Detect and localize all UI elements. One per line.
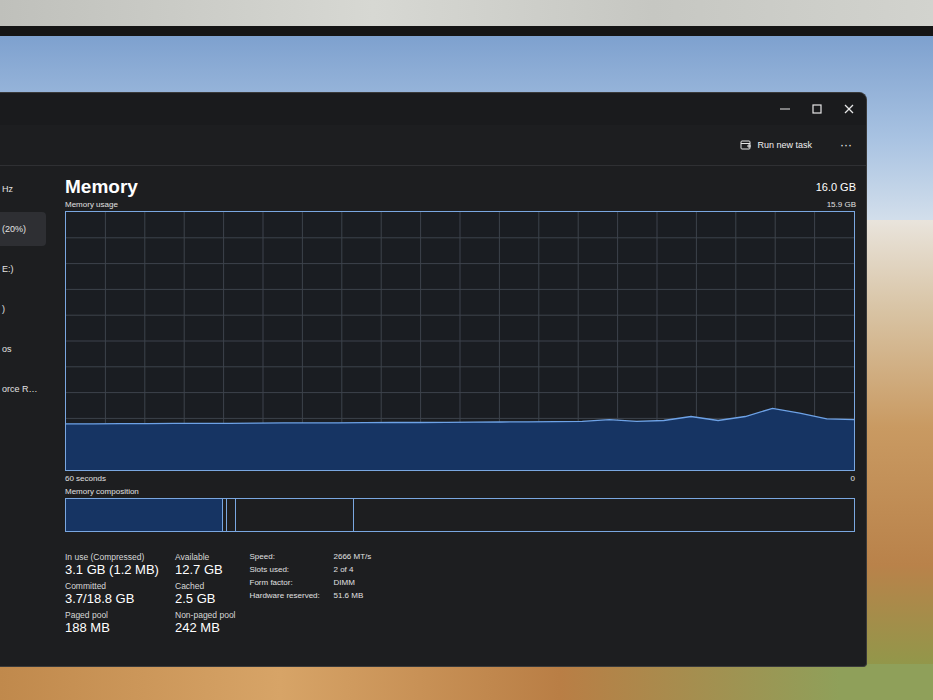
sidebar-item[interactable]: os <box>0 332 46 366</box>
task-manager-window: Run new task···Hz(20%)E:))osorce R…Memor… <box>0 92 867 667</box>
stat-item: Paged pool188 MB <box>65 610 175 635</box>
monitor-bezel <box>0 26 933 36</box>
sidebar-item[interactable]: orce R… <box>0 372 46 406</box>
spec-value: 2666 MT/s <box>334 552 372 563</box>
stat-label: In use (Compressed) <box>65 552 175 562</box>
stat-item: In use (Compressed)3.1 GB (1.2 MB) <box>65 552 175 577</box>
spec-value: 51.6 MB <box>334 591 372 602</box>
stat-value: 3.1 GB (1.2 MB) <box>65 562 175 577</box>
composition-segment <box>236 499 354 531</box>
curtain <box>0 0 933 26</box>
stat-label: Committed <box>65 581 175 591</box>
usage-line <box>66 408 854 424</box>
wallpaper-rocks <box>0 664 933 700</box>
wallpaper-buildings <box>863 220 933 680</box>
usage-graph <box>66 212 854 470</box>
memory-header: Memory 16.0 GB <box>65 176 856 198</box>
sidebar: Hz (20%) E:)) os orce R… <box>0 166 46 666</box>
memory-specs: Speed: 2666 MT/s Slots used: 2 of 4 Form fac… <box>250 552 372 635</box>
run-task-icon <box>740 139 752 151</box>
close-icon[interactable] <box>842 102 856 116</box>
run-new-task-button[interactable]: Run new task <box>736 136 816 154</box>
usage-area <box>66 408 854 470</box>
usage-label: Memory usage <box>65 200 118 209</box>
spec-value: 2 of 4 <box>334 565 372 576</box>
sidebar-item[interactable]: ) <box>0 292 46 326</box>
sidebar-item[interactable]: Hz <box>0 172 46 206</box>
stat-value: 188 MB <box>65 620 175 635</box>
maximize-icon[interactable] <box>810 102 824 116</box>
memory-title: Memory <box>65 176 138 198</box>
photo-scene: Run new task···Hz(20%)E:))osorce R…Memor… <box>0 0 933 700</box>
composition-segment <box>226 499 236 531</box>
spec-label: Speed: <box>250 552 330 563</box>
composition-label: Memory composition <box>65 487 856 498</box>
time-axis: 60 seconds 0 <box>65 471 855 485</box>
sidebar-item[interactable]: (20%) <box>0 212 46 246</box>
spec-label: Slots used: <box>250 565 330 576</box>
spec-label: Form factor: <box>250 578 330 589</box>
usage-max-label: 15.9 GB <box>827 200 856 209</box>
stat-label: Cached <box>175 581 236 591</box>
stat-label: Paged pool <box>65 610 175 620</box>
spec-label: Hardware reserved: <box>250 591 330 602</box>
usage-header: Memory usage 15.9 GB <box>65 198 856 211</box>
stat-item: Cached2.5 GB <box>175 581 236 606</box>
minimize-icon[interactable] <box>778 102 792 116</box>
run-new-task-label: Run new task <box>757 140 812 150</box>
composition-bar <box>65 498 855 532</box>
stat-value: 3.7/18.8 GB <box>65 591 175 606</box>
zero-label: 0 <box>851 474 855 483</box>
stat-item: Non-paged pool242 MB <box>175 610 236 635</box>
memory-panel: Memory 16.0 GB Memory usage 15.9 GB 60 secon… <box>46 166 866 666</box>
stat-value: 242 MB <box>175 620 236 635</box>
memory-stats: In use (Compressed)3.1 GB (1.2 MB)Availa… <box>65 552 236 635</box>
toolbar: Run new task ··· <box>0 125 866 166</box>
composition-segment <box>66 499 223 531</box>
memory-usage-chart <box>65 211 855 471</box>
stat-value: 2.5 GB <box>175 591 236 606</box>
stat-item: Available12.7 GB <box>175 552 236 577</box>
sidebar-item[interactable]: E:) <box>0 252 46 286</box>
stats-area: In use (Compressed)3.1 GB (1.2 MB)Availa… <box>65 552 856 635</box>
title-bar <box>0 93 866 125</box>
stat-item: Committed3.7/18.8 GB <box>65 581 175 606</box>
memory-total: 16.0 GB <box>816 181 856 193</box>
window-body: Hz(20%)E:))osorce R…Memory16.0 GBMemory … <box>0 166 866 666</box>
time-label: 60 seconds <box>65 474 106 483</box>
spec-value: DIMM <box>334 578 372 589</box>
stat-label: Non-paged pool <box>175 610 236 620</box>
stat-value: 12.7 GB <box>175 562 236 577</box>
more-button[interactable]: ··· <box>836 136 856 154</box>
composition-segment <box>354 499 854 531</box>
stat-label: Available <box>175 552 236 562</box>
